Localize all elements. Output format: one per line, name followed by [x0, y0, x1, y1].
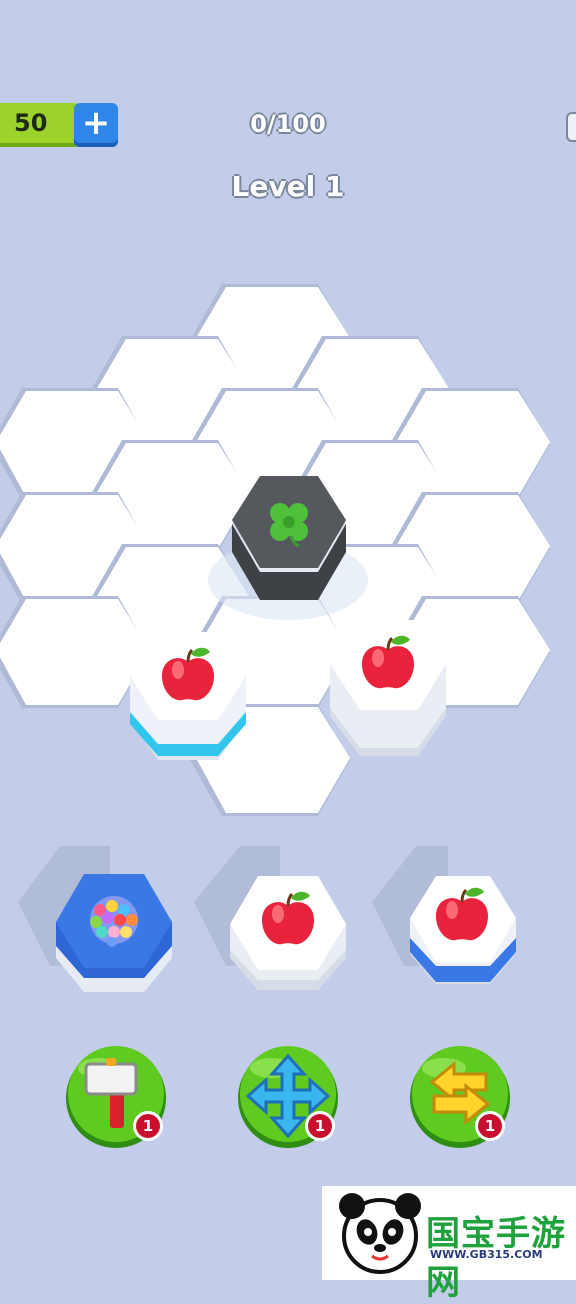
game-scene: 1 1 1 [0, 284, 550, 1148]
watermark-url: WWW.GB315.COM [430, 1248, 543, 1261]
powerup-move[interactable]: 1 [238, 1046, 338, 1148]
tray-slot[interactable] [18, 846, 172, 992]
board-stack-apple[interactable] [330, 620, 446, 756]
powerup-count: 1 [143, 1117, 153, 1135]
hex-cell[interactable] [0, 596, 150, 708]
watermark: 国宝手游网 WWW.GB315.COM [322, 1186, 576, 1303]
panda-logo [339, 1193, 421, 1274]
tray-slot[interactable] [372, 846, 516, 984]
powerup-hammer[interactable]: 1 [66, 1046, 166, 1148]
tray [18, 846, 516, 992]
powerup-count: 1 [315, 1117, 325, 1135]
tray-slot[interactable] [194, 846, 346, 990]
powerup-count: 1 [485, 1117, 495, 1135]
powerup-swap[interactable]: 1 [410, 1046, 510, 1148]
board-stack-apple-cyan[interactable] [130, 632, 246, 760]
